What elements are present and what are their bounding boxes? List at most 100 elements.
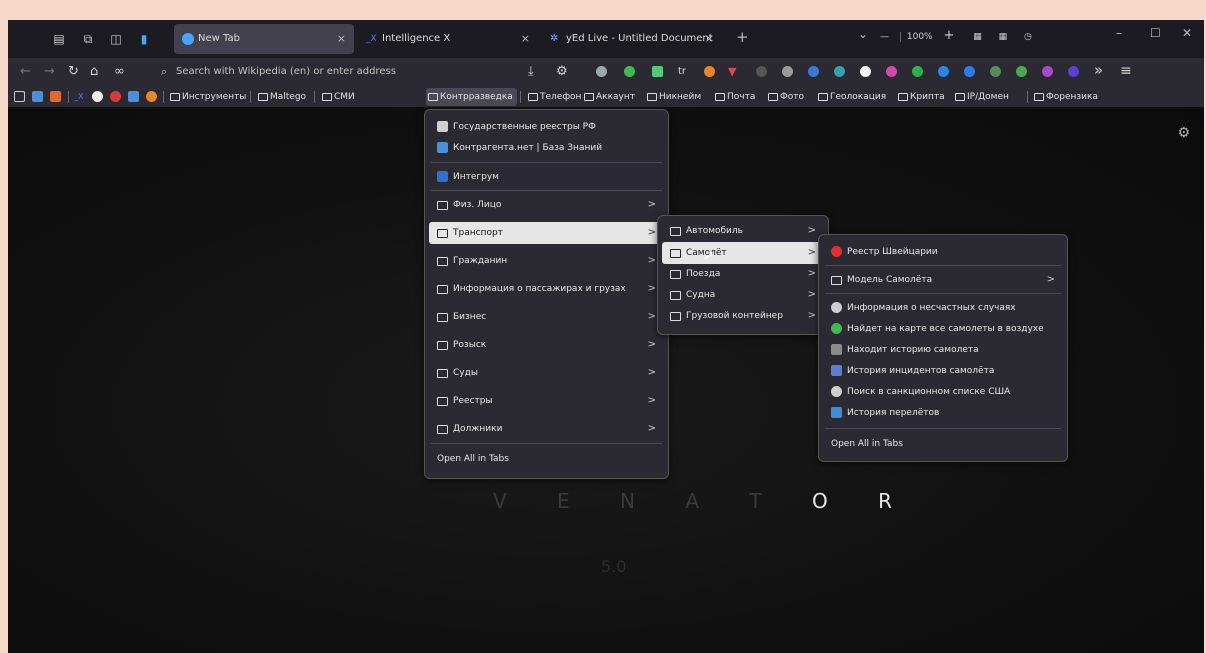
menu-item-us-sanctions[interactable]: Поиск в санкционном списке США — [823, 381, 1063, 403]
infinity-icon[interactable]: ∞ — [114, 64, 125, 80]
close-tab-icon[interactable]: × — [521, 24, 530, 54]
extension-icon[interactable] — [782, 66, 793, 77]
menu-item-business[interactable]: Бизнес > — [429, 306, 664, 328]
intelx-icon[interactable]: _X — [74, 91, 85, 102]
extension-icon[interactable] — [964, 66, 975, 77]
menu-item-integrum[interactable]: Интегрум — [429, 166, 664, 188]
extension-icon[interactable] — [1042, 66, 1053, 77]
extension-icon[interactable]: tr — [678, 64, 686, 80]
bookmark-folder-counterintelligence[interactable]: Контрразведка — [426, 88, 517, 106]
menu-item-trains[interactable]: Поезда > — [662, 263, 824, 285]
extension-icon[interactable]: ▮ — [137, 32, 151, 46]
zoom-out-button[interactable]: — — [880, 32, 889, 42]
overflow-button[interactable]: » — [1094, 62, 1103, 78]
extension-icon[interactable] — [834, 66, 845, 77]
bookmark-folder-phone[interactable]: Телефон — [526, 88, 581, 106]
address-bar[interactable]: ⌕ Search with Wikipedia (en) or enter ad… — [158, 61, 538, 83]
open-all-in-tabs[interactable]: Open All in Tabs — [429, 448, 664, 470]
tab-yed-live[interactable]: ✲ yEd Live - Untitled Document × — [542, 24, 722, 54]
menu-item-accident-info[interactable]: Информация о несчастных случаях — [823, 297, 1063, 319]
menu-item-cargo-container[interactable]: Грузовой контейнер > — [662, 305, 824, 327]
menu-item-swiss-registry[interactable]: Реестр Швейцарии — [823, 241, 1063, 263]
menu-item-live-map[interactable]: Найдет на карте все самолеты в воздухе — [823, 318, 1063, 340]
menu-item-car[interactable]: Автомобиль > — [662, 220, 824, 242]
extension-icon[interactable] — [1016, 66, 1027, 77]
menu-item-debtors[interactable]: Должники > — [429, 418, 664, 440]
minimize-button[interactable]: – — [1116, 26, 1122, 40]
shield-extension-icon[interactable] — [596, 66, 607, 77]
bookmark-folder-maltego[interactable]: Maltego — [256, 88, 306, 106]
extension-icon[interactable] — [756, 66, 767, 77]
menu-item-person[interactable]: Физ. Лицо > — [429, 194, 664, 216]
bookmark-folder-ip-domain[interactable]: IP/Домен — [953, 88, 1009, 106]
menu-item-incident-history[interactable]: История инцидентов самолёта — [823, 360, 1063, 382]
settings-icon[interactable]: ⚙ — [556, 64, 568, 80]
bookmark-folder-mail[interactable]: Почта — [713, 88, 755, 106]
grid-icon[interactable]: ▦ — [999, 32, 1008, 42]
menu-item-airplane[interactable]: Самолёт > — [662, 242, 824, 264]
bookmark-icon[interactable] — [146, 91, 157, 102]
maximize-button[interactable]: ☐ — [1150, 26, 1161, 40]
extension-icon[interactable] — [808, 66, 819, 77]
back-icon[interactable]: ← — [20, 64, 31, 80]
menu-item-transport[interactable]: Транспорт > — [429, 222, 664, 244]
menu-item-registries[interactable]: Реестры > — [429, 390, 664, 412]
list-tabs-icon[interactable]: ⌄ — [858, 27, 868, 41]
close-tab-icon[interactable]: × — [705, 24, 714, 54]
settings-gear-icon[interactable]: ⚙ — [1177, 125, 1190, 141]
history-icon[interactable]: ⧉ — [81, 32, 95, 46]
bookmark-icon[interactable] — [14, 91, 25, 102]
extension-icon[interactable] — [912, 66, 923, 77]
extension-icon[interactable] — [938, 66, 949, 77]
app-menu-button[interactable]: ≡ — [1120, 63, 1132, 79]
bookmark-icon[interactable] — [128, 91, 139, 102]
bookmark-folder-instruments[interactable]: Инструменты — [168, 88, 246, 106]
menu-item-flight-history[interactable]: История перелётов — [823, 402, 1063, 424]
extension-icon[interactable] — [704, 66, 715, 77]
zoom-level[interactable]: 100% — [899, 32, 933, 42]
close-window-button[interactable]: ✕ — [1182, 26, 1192, 40]
bookmark-folder-crypto[interactable]: Крипта — [896, 88, 945, 106]
chevron-right-icon: > — [807, 225, 816, 236]
bookmark-folder-geolocation[interactable]: Геолокация — [816, 88, 886, 106]
bookmark-icon[interactable] — [50, 91, 61, 102]
bookmark-folder-nickname[interactable]: Никнейм — [645, 88, 701, 106]
new-tab-button[interactable]: + — [736, 28, 749, 46]
extension-icon[interactable] — [990, 66, 1001, 77]
menu-item-ships[interactable]: Судна > — [662, 284, 824, 306]
extension-icon[interactable] — [1068, 66, 1079, 77]
zoom-in-button[interactable]: + — [943, 28, 954, 43]
filter-extension-icon[interactable]: ▼ — [728, 64, 736, 80]
menu-item-gov-registries[interactable]: Государственные реестры РФ — [429, 116, 664, 138]
menu-item-aircraft-history[interactable]: Находит историю самолета — [823, 339, 1063, 361]
bookmarks-icon[interactable]: ◫ — [109, 32, 123, 46]
menu-item-aircraft-model[interactable]: Модель Самолёта > — [823, 269, 1063, 291]
bookmark-icon[interactable] — [110, 91, 121, 102]
extension-icon[interactable] — [860, 66, 871, 77]
menu-item-citizen[interactable]: Гражданин > — [429, 250, 664, 272]
bookmark-folder-forensics[interactable]: Форензика — [1032, 88, 1098, 106]
grid-icon[interactable]: ▦ — [973, 32, 982, 42]
forward-icon[interactable]: → — [44, 64, 55, 80]
menu-item-kontragenta[interactable]: Контрагента.нет | База Знаний — [429, 137, 664, 159]
bookmark-icon[interactable] — [32, 91, 43, 102]
timer-icon[interactable]: ◷ — [1024, 32, 1032, 42]
reload-icon[interactable]: ↻ — [68, 64, 79, 80]
download-icon[interactable]: ⤓ — [528, 64, 534, 80]
bookmark-folder-smi[interactable]: СМИ — [320, 88, 355, 106]
extension-icon[interactable] — [886, 66, 897, 77]
menu-item-wanted[interactable]: Розыск > — [429, 334, 664, 356]
open-all-in-tabs[interactable]: Open All in Tabs — [823, 433, 1063, 455]
extension-icon[interactable] — [624, 66, 635, 77]
menu-item-passenger-info[interactable]: Информация о пассажирах и грузах > — [429, 278, 664, 300]
tab-new-tab[interactable]: New Tab × — [174, 24, 354, 54]
menu-item-courts[interactable]: Суды > — [429, 362, 664, 384]
home-icon[interactable]: ⌂ — [90, 64, 98, 80]
extension-icon[interactable] — [652, 66, 663, 77]
bookmark-folder-photo[interactable]: Фото — [766, 88, 804, 106]
tab-intelligence-x[interactable]: _X Intelligence X × — [358, 24, 538, 54]
sidebar-icon[interactable]: ▤ — [52, 32, 66, 46]
bookmark-icon[interactable] — [92, 91, 103, 102]
bookmark-folder-account[interactable]: Аккаунт — [582, 88, 635, 106]
close-tab-icon[interactable]: × — [337, 24, 346, 54]
